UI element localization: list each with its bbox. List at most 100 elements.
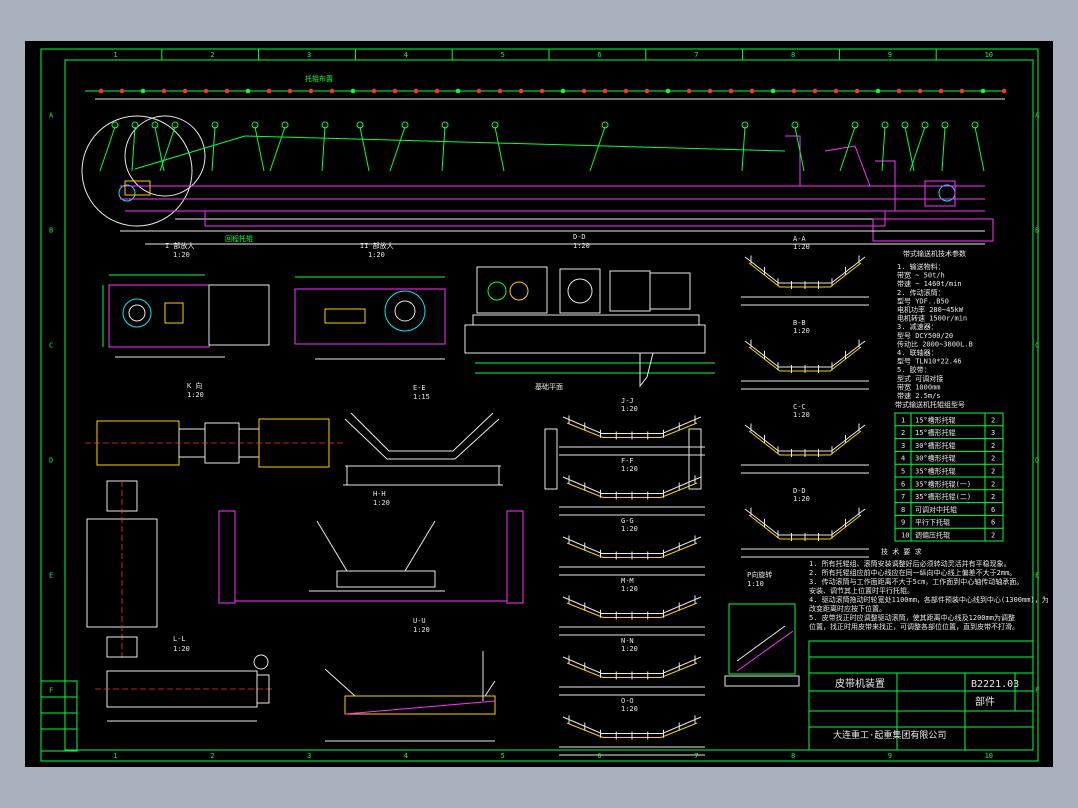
requirement-line: 2. 所有托辊组应前中心线应在同一纵向中心线上偏差不大于2mm。 bbox=[809, 568, 1016, 577]
idler-dot bbox=[329, 88, 335, 94]
section-D-title: D-D bbox=[573, 233, 586, 241]
tech-param-line: 型式 可调对接 bbox=[897, 374, 943, 383]
tech-param-line: 4. 联轴器： bbox=[897, 348, 938, 357]
roller-table-title: 带式输送机托辊组型号 bbox=[895, 400, 965, 409]
roller-row-qty: 2 bbox=[991, 480, 995, 488]
trough-mid-group: F-F1:20 bbox=[559, 457, 705, 516]
idler-dot bbox=[308, 88, 314, 94]
trough-mid-scale: 1:20 bbox=[621, 585, 638, 593]
section-U: U-U 1:20 bbox=[324, 617, 496, 742]
tech-param-line: 电机功率 280~45kW bbox=[897, 305, 964, 314]
roller-table-rows: 1 15°槽形托辊 2 2 15°槽形托辊 3 3 30°槽形托辊 2 4 30°槽形托辊 2 5 35°… bbox=[895, 413, 1003, 542]
section-P-title: P向旋转 bbox=[747, 570, 772, 579]
trough-mid-scale: 1:20 bbox=[621, 465, 638, 473]
tech-param-line: 带宽 1000mm bbox=[897, 382, 941, 391]
roller-row-no: 7 bbox=[901, 493, 905, 501]
callout-leader bbox=[494, 126, 505, 172]
roller-row-name: 15°槽形托辊 bbox=[915, 415, 956, 424]
idler-dot bbox=[686, 88, 692, 94]
column-label: 9 bbox=[888, 51, 892, 59]
trough-mid-title: F-F bbox=[621, 457, 634, 465]
callout-leader bbox=[359, 126, 370, 172]
callout-leader bbox=[941, 126, 946, 172]
trough-right-scale: 1:20 bbox=[793, 411, 810, 419]
trough-belt bbox=[744, 424, 866, 452]
tech-param-line: 传动比 2000~3800L.B bbox=[897, 339, 973, 348]
idler-dot bbox=[539, 88, 545, 94]
idler-dot bbox=[980, 88, 986, 94]
trough-right-scale: 1:20 bbox=[793, 495, 810, 503]
column-markers: 1 1 2 2 3 3 4 4 5 5 6 6 7 7 8 8 9 9 10 10 bbox=[113, 49, 993, 760]
section-H: H-H 1:20 bbox=[218, 490, 524, 604]
section-U-title: U-U bbox=[413, 617, 426, 625]
roller-row-no: 6 bbox=[901, 480, 905, 488]
trough-right-scale: 1:20 bbox=[793, 327, 810, 335]
roller-row-qty: 2 bbox=[991, 455, 995, 463]
row-label-right: B bbox=[1035, 227, 1039, 235]
trough-belt bbox=[562, 416, 702, 434]
trough-mid-group: G-G1:20 bbox=[559, 517, 705, 576]
tech-param-line: 型号 DCY500/20 bbox=[897, 331, 953, 340]
detail-2-title: II 部放大 bbox=[360, 241, 394, 250]
idler-dot bbox=[581, 88, 587, 94]
callout-leader bbox=[909, 126, 926, 172]
column-label: 3 bbox=[307, 51, 311, 59]
callout-leader bbox=[389, 126, 406, 172]
callout-leader bbox=[159, 126, 176, 172]
trough-belt bbox=[744, 256, 866, 284]
trough-belt bbox=[562, 656, 702, 674]
idler-dot bbox=[665, 88, 671, 94]
trough-mid-scale: 1:20 bbox=[621, 405, 638, 413]
requirement-line: 4. 驱动滚筒拖动时轮宽处1100mm，各部件预装中心线到中心(1300mm)，… bbox=[809, 595, 1049, 604]
callout-leader bbox=[269, 126, 286, 172]
trough-right-group: A-A1:20 bbox=[741, 235, 869, 306]
callout-leader bbox=[589, 126, 606, 172]
tech-param-line: 电机转速 1500r/min bbox=[897, 314, 967, 323]
section-L-scale: 1:20 bbox=[173, 645, 190, 653]
requirement-line: 3. 传动滚筒与工作面距离不大于5cm，工作面到中心轴传动轴承面。 bbox=[809, 577, 1023, 586]
tech-params: 带式输送机技术参数 1. 输送物料： 带宽 ~ 50t/h 带速 ~ 1460t… bbox=[897, 249, 973, 400]
trough-belt bbox=[562, 476, 702, 494]
requirement-line: 安装、调节其上位置时平行托辊。 bbox=[809, 586, 914, 595]
row-label: C bbox=[49, 342, 53, 350]
section-D-drive-unit: D-D 1:20 基础平面 bbox=[464, 233, 715, 391]
row-label: B bbox=[49, 227, 53, 235]
callout-leader bbox=[211, 126, 216, 172]
trough-belt bbox=[562, 596, 702, 614]
idler-dot bbox=[518, 88, 524, 94]
roller-row-qty: 2 bbox=[991, 532, 995, 540]
detail-2: II 部放大 1:20 bbox=[294, 241, 446, 360]
section-K: K 向 1:20 bbox=[85, 381, 345, 661]
idler-dot bbox=[938, 88, 944, 94]
idler-dot bbox=[203, 88, 209, 94]
section-P: P向旋转 1:10 bbox=[724, 570, 800, 687]
requirement-line: 改变距离时应按下位置。 bbox=[809, 604, 886, 613]
roller-row-name: 平行下托辊 bbox=[915, 518, 950, 527]
roller-row-name: 35°槽形托辊 bbox=[915, 467, 956, 476]
column-label-bottom: 3 bbox=[307, 752, 311, 760]
idler-dot bbox=[287, 88, 293, 94]
tech-param-line: 带宽 ~ 50t/h bbox=[897, 271, 945, 280]
tech-params-lines: 1. 输送物料： 带宽 ~ 50t/h 带速 ~ 1460t/min2. 传动滚… bbox=[897, 262, 973, 400]
idler-dot bbox=[392, 88, 398, 94]
detail-2-scale: 1:20 bbox=[368, 251, 385, 259]
section-H-title: H-H bbox=[373, 490, 386, 498]
column-label: 2 bbox=[210, 51, 214, 59]
roller-row-name: 30°槽形托辊 bbox=[915, 441, 956, 450]
drawing-type: 部件 bbox=[975, 695, 995, 708]
roller-row-qty: 6 bbox=[991, 506, 995, 514]
main-view-label-1: 托辊布置 bbox=[305, 74, 333, 83]
roller-table: 带式输送机托辊组型号 1 15°槽形托辊 2 2 15°槽形托辊 3 3 30°槽形托辊 2 4 3… bbox=[894, 400, 1004, 542]
row-label-right: A bbox=[1035, 112, 1040, 120]
outer-frame bbox=[40, 48, 1039, 762]
roller-row-name: 可调对中托辊 bbox=[915, 505, 957, 514]
section-H-scale: 1:20 bbox=[373, 499, 390, 507]
trough-right-title: C-C bbox=[793, 403, 806, 411]
tech-param-line: 型号 TLN10*22.46 bbox=[897, 357, 962, 366]
section-K-title: K 向 bbox=[187, 381, 202, 390]
section-L-title: L-L bbox=[173, 635, 186, 643]
roller-row-no: 2 bbox=[901, 429, 905, 437]
section-P-scale: 1:10 bbox=[747, 580, 764, 588]
column-label-bottom: 8 bbox=[791, 752, 795, 760]
roller-row-no: 5 bbox=[901, 468, 905, 476]
